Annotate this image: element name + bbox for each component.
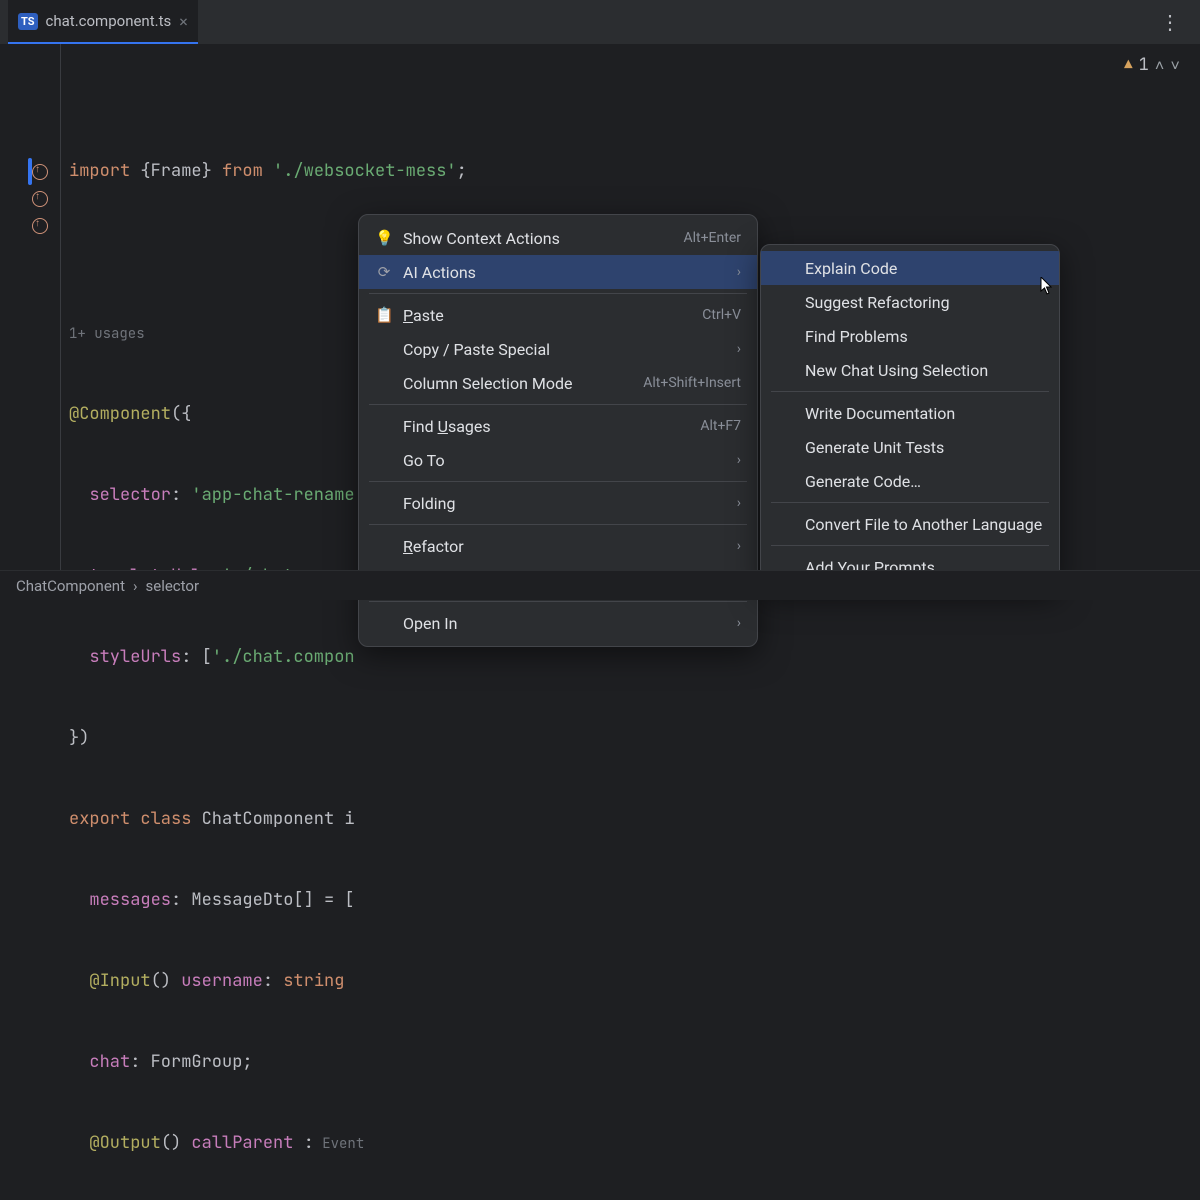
menu-item-label: New Chat Using Selection	[805, 361, 1043, 380]
menu-separator	[369, 293, 747, 294]
chevron-right-icon: ›	[737, 615, 741, 631]
ctx-item-copy-paste-special[interactable]: Copy / Paste Special ›	[359, 332, 757, 366]
menu-shortcut: Alt+Shift+Insert	[643, 375, 741, 391]
ctx-item-column-selection-mode[interactable]: Column Selection Mode Alt+Shift+Insert	[359, 366, 757, 400]
ctx-item-folding[interactable]: Folding ›	[359, 486, 757, 520]
menu-item-label: Find Problems	[805, 327, 1043, 346]
menu-item-label: Paste	[403, 306, 692, 325]
ai-item-suggest-refactoring[interactable]: Suggest Refactoring	[761, 285, 1059, 319]
paste-icon: 📋	[375, 306, 393, 324]
menu-item-label: Write Documentation	[805, 404, 1043, 423]
more-icon[interactable]: ⋮	[1150, 10, 1192, 34]
menu-item-label: Explain Code	[805, 259, 1043, 278]
menu-item-label: Show Context Actions	[403, 229, 674, 248]
tab-bar: TS chat.component.ts × ⋮	[0, 0, 1200, 44]
menu-separator	[771, 545, 1049, 546]
tab-filename: chat.component.ts	[46, 12, 172, 30]
close-icon[interactable]: ×	[179, 12, 188, 31]
ctx-item-open-in[interactable]: Open In ›	[359, 606, 757, 640]
menu-item-label: AI Actions	[403, 263, 727, 282]
menu-shortcut: Alt+F7	[700, 418, 741, 434]
ai-item-generate-unit-tests[interactable]: Generate Unit Tests	[761, 430, 1059, 464]
chevron-right-icon: ›	[737, 538, 741, 554]
inspection-widget[interactable]: ▲ 1 ˄ ˅	[1124, 52, 1180, 79]
menu-separator	[369, 404, 747, 405]
ai-item-new-chat-using-selection[interactable]: New Chat Using Selection	[761, 353, 1059, 387]
editor-area: ▲ 1 ˄ ˅ import {Frame} from './websocket…	[0, 44, 1200, 570]
menu-item-label: Generate Unit Tests	[805, 438, 1043, 457]
ai-icon: ⟳	[375, 263, 393, 281]
ctx-item-paste[interactable]: 📋 Paste Ctrl+V	[359, 298, 757, 332]
chevron-right-icon: ›	[737, 341, 741, 357]
chevron-right-icon: ›	[737, 452, 741, 468]
menu-shortcut: Alt+Enter	[684, 230, 742, 246]
menu-item-label: Folding	[403, 494, 727, 513]
chevron-right-icon: ›	[737, 495, 741, 511]
ai-item-explain-code[interactable]: Explain Code	[761, 251, 1059, 285]
override-icon[interactable]	[32, 218, 48, 234]
menu-separator	[771, 391, 1049, 392]
ctx-item-go-to[interactable]: Go To ›	[359, 443, 757, 477]
chevron-right-icon: ›	[737, 264, 741, 280]
menu-separator	[369, 601, 747, 602]
menu-separator	[771, 502, 1049, 503]
menu-item-label: Copy / Paste Special	[403, 340, 727, 359]
ai-item-find-problems[interactable]: Find Problems	[761, 319, 1059, 353]
override-icon[interactable]	[32, 191, 48, 207]
tab-file[interactable]: TS chat.component.ts ×	[8, 0, 198, 44]
menu-item-label: Generate Code…	[805, 472, 1043, 491]
ctx-item-show-context-actions[interactable]: 💡 Show Context Actions Alt+Enter	[359, 221, 757, 255]
ctx-item-find-usages[interactable]: Find Usages Alt+F7	[359, 409, 757, 443]
ctx-item-ai-actions[interactable]: ⟳ AI Actions ›	[359, 255, 757, 289]
menu-item-label: Refactor	[403, 537, 727, 556]
menu-item-label: Suggest Refactoring	[805, 293, 1043, 312]
override-icon[interactable]	[32, 164, 48, 180]
lightbulb-icon: 💡	[375, 229, 393, 247]
menu-separator	[369, 524, 747, 525]
menu-separator	[369, 481, 747, 482]
usages-inlay[interactable]: 1+ usages	[69, 325, 145, 343]
breadcrumb-separator: ›	[133, 577, 138, 595]
menu-item-label: Go To	[403, 451, 727, 470]
ctx-item-refactor[interactable]: Refactor ›	[359, 529, 757, 563]
breadcrumb-segment[interactable]: selector	[146, 577, 200, 595]
ai-actions-submenu: Explain Code Suggest Refactoring Find Prob…	[760, 244, 1060, 591]
menu-item-label: Column Selection Mode	[403, 374, 633, 393]
warning-count: 1	[1139, 52, 1149, 79]
ai-item-convert-file-to-another-language[interactable]: Convert File to Another Language	[761, 507, 1059, 541]
ai-item-generate-code[interactable]: Generate Code…	[761, 464, 1059, 498]
menu-item-label: Open In	[403, 614, 727, 633]
chevron-up-icon[interactable]: ˄	[1155, 52, 1165, 79]
breadcrumb[interactable]: ChatComponent › selector	[0, 570, 1200, 600]
menu-item-label: Convert File to Another Language	[805, 515, 1043, 534]
chevron-down-icon[interactable]: ˅	[1170, 52, 1180, 79]
menu-item-label: Find Usages	[403, 417, 690, 436]
menu-shortcut: Ctrl+V	[702, 307, 741, 323]
file-type-badge: TS	[18, 13, 38, 30]
warning-icon: ▲	[1124, 52, 1132, 79]
breadcrumb-segment[interactable]: ChatComponent	[16, 577, 125, 595]
gutter	[0, 44, 60, 570]
ai-item-write-documentation[interactable]: Write Documentation	[761, 396, 1059, 430]
